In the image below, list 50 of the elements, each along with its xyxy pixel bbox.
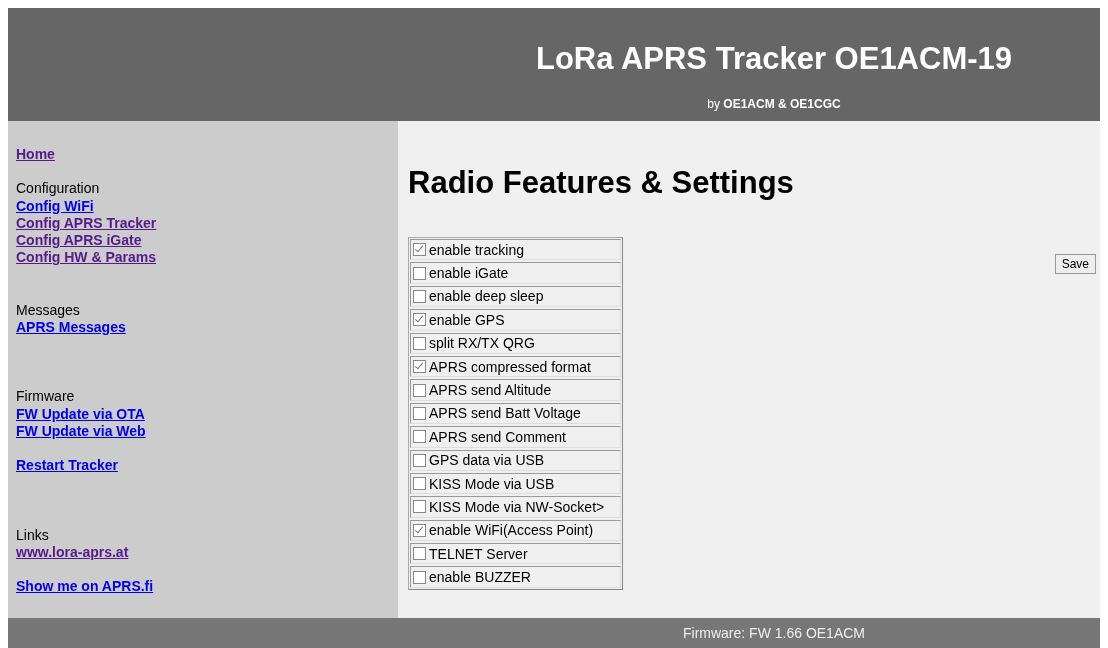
setting-label: TELNET Server xyxy=(429,545,528,562)
checkbox[interactable] xyxy=(413,406,426,420)
setting-label: APRS send Comment xyxy=(429,428,566,445)
setting-label: enable iGate xyxy=(429,265,509,282)
nav-link[interactable]: Config HW & Params xyxy=(16,249,156,267)
setting-label: APRS send Batt Voltage xyxy=(429,405,581,422)
page-title: LoRa APRS Tracker OE1ACM-19 xyxy=(534,40,1014,77)
setting-label: enable WiFi(Access Point) xyxy=(429,522,594,539)
group-heading: Configuration xyxy=(16,180,100,198)
firmware-version: Firmware: FW 1.66 OE1ACM xyxy=(683,625,865,641)
checkbox[interactable] xyxy=(413,570,426,584)
setting-label: enable deep sleep xyxy=(429,288,544,305)
setting-label: KISS Mode via NW-Socket> xyxy=(429,499,605,515)
save-button[interactable]: Save xyxy=(1054,254,1096,274)
setting-label: APRS send Altitude xyxy=(429,382,552,399)
setting-label: APRS compressed format xyxy=(429,358,591,375)
setting-label: split RX/TX QRG xyxy=(429,335,535,352)
checkbox[interactable] xyxy=(413,243,426,257)
nav-link[interactable]: APRS Messages xyxy=(16,319,126,337)
checkbox[interactable] xyxy=(413,500,426,514)
checkbox[interactable] xyxy=(413,547,426,561)
nav-link[interactable]: Home xyxy=(16,146,55,164)
setting-label: KISS Mode via USB xyxy=(429,475,555,492)
setting-label: GPS data via USB xyxy=(429,452,545,469)
nav-link[interactable]: FW Update via OTA xyxy=(16,405,145,423)
nav-link[interactable]: FW Update via Web xyxy=(16,422,146,441)
group-heading: Links xyxy=(16,526,49,544)
group-heading: Firmware xyxy=(16,388,75,406)
nav-link[interactable]: Config APRS iGate xyxy=(16,232,142,250)
setting-label: enable tracking xyxy=(429,241,524,258)
nav-link[interactable]: Config WiFi xyxy=(16,197,94,215)
nav-link[interactable]: Show me on APRS.fi xyxy=(16,578,154,596)
checkbox[interactable] xyxy=(413,266,426,280)
setting-label: enable BUZZER xyxy=(429,569,531,586)
group-heading: Messages xyxy=(16,301,80,320)
checkbox[interactable] xyxy=(413,383,426,397)
nav-link[interactable]: Config APRS Tracker xyxy=(16,214,157,233)
checkbox[interactable] xyxy=(413,453,426,467)
setting-label: enable GPS xyxy=(429,311,505,328)
byline: by OE1ACM & OE1CGC xyxy=(706,97,842,111)
checkbox[interactable] xyxy=(413,523,426,537)
section-heading: Radio Features & Settings xyxy=(408,165,795,201)
checkbox[interactable] xyxy=(413,313,426,327)
checkbox[interactable] xyxy=(413,336,426,350)
nav-link[interactable]: Restart Tracker xyxy=(16,457,118,475)
checkbox[interactable] xyxy=(413,430,426,444)
checkbox[interactable] xyxy=(413,289,426,303)
checkbox[interactable] xyxy=(413,477,426,491)
checkbox[interactable] xyxy=(413,360,426,374)
nav-link[interactable]: www.lora-aprs.at xyxy=(16,543,129,562)
